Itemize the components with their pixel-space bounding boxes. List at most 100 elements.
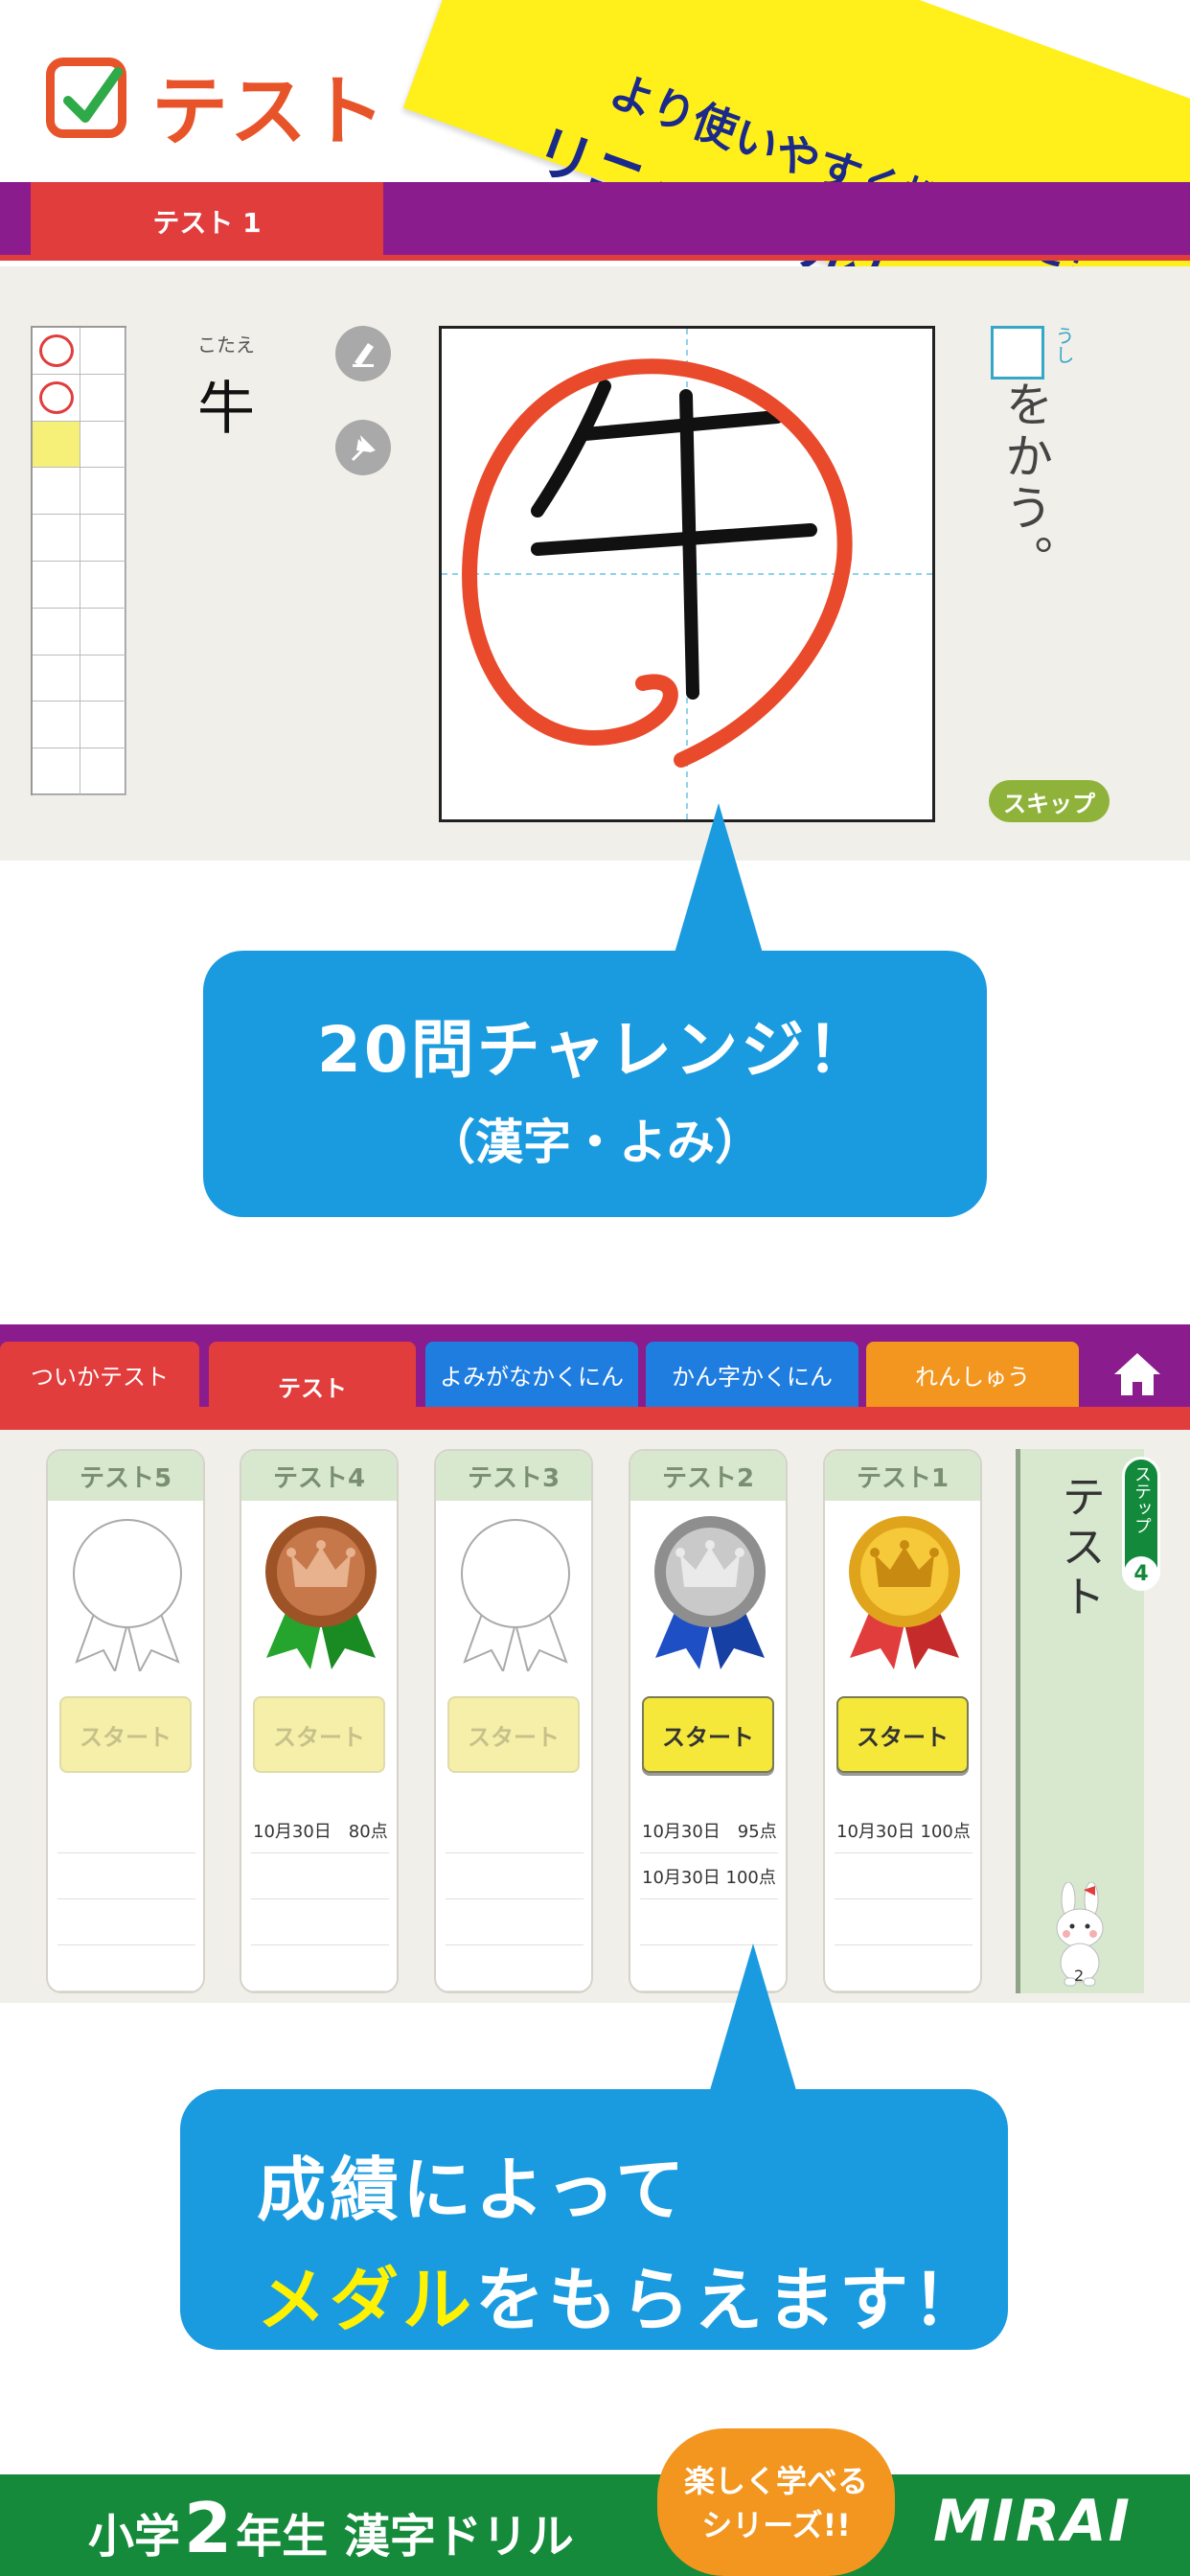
silver-medal-icon	[648, 1508, 772, 1675]
tab-3[interactable]: かん字かくにん	[646, 1342, 858, 1407]
result-cell	[33, 515, 80, 562]
footer-prefix: 小学	[88, 2510, 181, 2564]
callout-medal-rest: をもらえます！	[475, 2260, 986, 2340]
medal-panel: テスト ステップ 4 2 テスト5 スタート テスト4 スタート 10月30日 80点テ…	[0, 1430, 1190, 2003]
test-column-title: テスト3	[436, 1451, 591, 1501]
callout-challenge-line-1: 20問チャレンジ！	[316, 1013, 874, 1087]
callout-challenge: 20問チャレンジ！ （漢字・よみ）	[203, 951, 987, 1217]
bronze-medal-icon	[259, 1508, 383, 1675]
menu-tab-bar: ついかテスト テスト よみがなかくにん かん字かくにん れんしゅう	[0, 1324, 1190, 1430]
mascot-badge: 2	[1074, 1966, 1085, 1985]
score-row	[446, 1899, 584, 1945]
tab-2[interactable]: よみがなかくにん	[425, 1342, 638, 1407]
test-column-title: テスト5	[48, 1451, 203, 1501]
result-cell	[33, 561, 80, 609]
result-cell	[33, 421, 80, 469]
result-cell-blank	[80, 748, 126, 795]
checkbox-icon	[46, 58, 126, 138]
answer-value: 牛	[197, 376, 255, 443]
pin-icon[interactable]	[335, 420, 391, 475]
result-cell	[33, 655, 80, 702]
step-number: 4	[1124, 1556, 1158, 1591]
callout-challenge-line-2: （漢字・よみ）	[427, 1115, 763, 1170]
start-button[interactable]: スタート	[59, 1696, 192, 1773]
test-column: テスト2 スタート 10月30日 95点 10月30日 100点	[629, 1449, 788, 1993]
result-grid	[31, 326, 126, 795]
series-badge-line-1: 楽しく学べる	[683, 2463, 868, 2499]
score-row: 10月30日 100点	[835, 1807, 973, 1853]
result-cell-blank	[80, 608, 126, 656]
result-cell	[33, 748, 80, 795]
score-row	[57, 1853, 195, 1899]
score-history	[446, 1807, 584, 1991]
score-row	[251, 1899, 389, 1945]
footer-bar: 小学 2 年生 漢字ドリル MIRAI	[0, 2474, 1190, 2576]
score-row	[446, 1945, 584, 1991]
result-cell-blank	[80, 515, 126, 562]
test-column-title: テスト4	[241, 1451, 397, 1501]
callout-medal-line-2: メダルをもらえます！	[257, 2243, 1008, 2344]
test-column-title: テスト2	[630, 1451, 786, 1501]
question-text: をかう。	[997, 380, 1053, 586]
score-row	[835, 1899, 973, 1945]
test-column-title: テスト1	[825, 1451, 980, 1501]
score-row: 10月30日 100点	[640, 1853, 778, 1899]
start-button[interactable]: スタート	[642, 1696, 774, 1773]
tab-4[interactable]: れんしゅう	[866, 1342, 1079, 1407]
question-blank-box	[991, 326, 1044, 380]
answer-label: こたえ	[197, 334, 255, 356]
handwriting-canvas[interactable]	[439, 326, 935, 822]
result-cell-blank	[80, 421, 126, 469]
mirai-logo: MIRAI	[933, 2488, 1132, 2555]
tab-test-1[interactable]: テスト 1	[31, 182, 383, 261]
tab-0[interactable]: ついかテスト	[0, 1342, 199, 1407]
empty-medal-icon	[65, 1508, 190, 1675]
score-history	[57, 1807, 195, 1991]
question-ruby: うし	[1052, 326, 1075, 364]
step-label: ステップ	[1132, 1465, 1152, 1534]
score-row	[640, 1899, 778, 1945]
skip-button[interactable]: スキップ	[989, 780, 1110, 822]
start-button[interactable]: スタート	[253, 1696, 385, 1773]
eraser-icon[interactable]	[335, 326, 391, 381]
test-column: テスト1 スタート 10月30日 100点	[823, 1449, 982, 1993]
callout-medal-highlight: メダル	[257, 2260, 476, 2340]
callout-medal: 成績によって メダルをもらえます！	[180, 2089, 1008, 2350]
callout-1-tail	[671, 803, 767, 966]
callout-medal-line-1: 成績によって	[257, 2150, 689, 2230]
result-cell-blank	[80, 374, 126, 422]
test-panel: こたえ 牛 うし をかう。 スキップ	[0, 266, 1190, 861]
start-button[interactable]: スタート	[447, 1696, 580, 1773]
test-column: テスト4 スタート 10月30日 80点	[240, 1449, 399, 1993]
score-row	[57, 1945, 195, 1991]
series-badge: 楽しく学べる シリーズ!!	[657, 2428, 895, 2576]
side-title: テスト	[1055, 1474, 1107, 1623]
score-row	[835, 1853, 973, 1899]
callout-2-tail	[705, 1944, 801, 2106]
score-row	[446, 1807, 584, 1853]
test-column: テスト3 スタート	[434, 1449, 593, 1993]
score-row	[251, 1853, 389, 1899]
test-column: テスト5 スタート	[46, 1449, 205, 1993]
result-cell-blank	[80, 702, 126, 749]
empty-medal-icon	[453, 1508, 578, 1675]
result-cell-blank	[80, 468, 126, 516]
footer-suffix: 年生 漢字ドリル	[236, 2510, 574, 2564]
series-badge-line-2: シリーズ!!	[701, 2507, 851, 2543]
page-title: テスト	[151, 67, 387, 156]
handwritten-stroke	[531, 380, 817, 700]
result-cell	[33, 702, 80, 749]
step-side-panel: テスト ステップ 4 2	[1016, 1449, 1160, 1993]
score-row	[835, 1945, 973, 1991]
result-cell-blank	[80, 328, 126, 375]
tab-1[interactable]: テスト	[209, 1342, 416, 1430]
score-row: 10月30日 95点	[640, 1807, 778, 1853]
result-cell-blank	[80, 655, 126, 702]
home-icon[interactable]	[1104, 1346, 1171, 1403]
score-row	[57, 1899, 195, 1945]
start-button[interactable]: スタート	[836, 1696, 969, 1773]
score-history: 10月30日 100点	[835, 1807, 973, 1991]
result-cell	[33, 328, 80, 375]
footer-title: 小学 2 年生 漢字ドリル	[88, 2488, 574, 2568]
result-cell	[33, 608, 80, 656]
